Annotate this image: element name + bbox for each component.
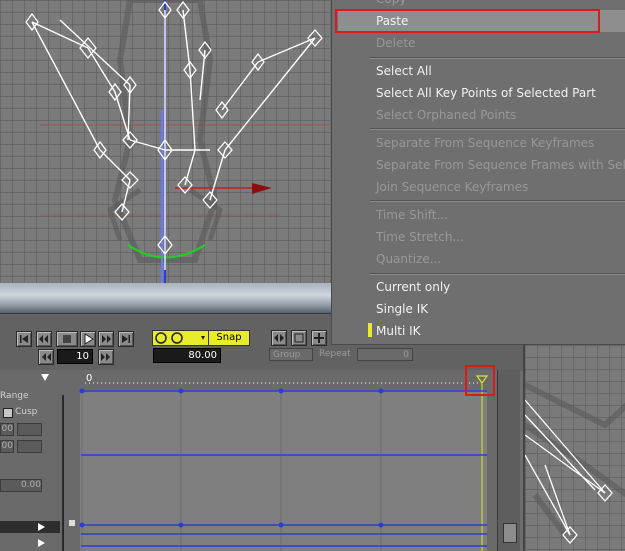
goto-end-button[interactable] bbox=[118, 331, 134, 347]
goto-start-button[interactable] bbox=[16, 331, 32, 347]
side-skeleton-wireframe bbox=[525, 382, 625, 544]
menu-item-separate-frames: Separate From Sequence Frames with Sele bbox=[376, 158, 625, 172]
menu-separator bbox=[370, 128, 625, 130]
3d-viewport[interactable] bbox=[0, 0, 330, 283]
step-back-button[interactable] bbox=[38, 349, 54, 365]
panel-collapse-icon[interactable] bbox=[41, 374, 49, 381]
track-row-bar bbox=[0, 521, 60, 533]
context-menu: Copy Paste Delete Select All Select All … bbox=[331, 0, 625, 345]
value-field-c[interactable]: 0.00 bbox=[0, 479, 42, 492]
start-frame-label: 0 bbox=[86, 373, 93, 384]
step-forward-button[interactable] bbox=[98, 349, 114, 365]
skeleton-wireframe bbox=[25, 0, 330, 283]
step-field[interactable]: 10 bbox=[57, 349, 93, 364]
value-field-b[interactable]: 00 bbox=[0, 440, 14, 453]
menu-item-select-orphaned-points: Select Orphaned Points bbox=[376, 108, 517, 122]
side-viewport[interactable] bbox=[523, 345, 625, 551]
stop-button[interactable] bbox=[56, 331, 78, 347]
play-button[interactable] bbox=[80, 331, 96, 347]
repeat-label: Repeat bbox=[319, 349, 351, 359]
menu-item-time-stretch: Time Stretch... bbox=[376, 230, 464, 244]
repeat-field[interactable]: 0 bbox=[357, 348, 413, 361]
timeline-curves bbox=[79, 375, 489, 551]
paste-annotation-box bbox=[335, 9, 600, 33]
next-key-button[interactable] bbox=[98, 331, 114, 347]
range-label: Range bbox=[0, 391, 29, 401]
timeline-scrollbar[interactable] bbox=[497, 370, 520, 551]
menu-item-current-only[interactable]: Current only bbox=[376, 277, 450, 298]
row-handle[interactable] bbox=[69, 520, 75, 526]
menu-item-join-keyframes: Join Sequence Keyframes bbox=[376, 180, 529, 194]
value-field-a2[interactable] bbox=[17, 423, 42, 436]
timeline-zoom-button[interactable] bbox=[291, 330, 307, 346]
multi-ik-check-indicator bbox=[368, 323, 372, 337]
timeline-fit-button[interactable] bbox=[271, 330, 287, 346]
cusp-checkbox[interactable] bbox=[3, 408, 13, 418]
menu-item-time-shift: Time Shift... bbox=[376, 208, 448, 222]
panel-divider bbox=[62, 395, 64, 551]
expand-track-arrow-2[interactable] bbox=[38, 539, 45, 547]
value-field-a[interactable]: 00 bbox=[0, 423, 14, 436]
scrollbar-thumb[interactable] bbox=[503, 523, 517, 543]
menu-item-quantize: Quantize... bbox=[376, 252, 442, 266]
key-properties-panel: Range Cusp 00 00 0.00 bbox=[0, 370, 77, 551]
menu-item-select-all-key-points[interactable]: Select All Key Points of Selected Part bbox=[376, 83, 596, 104]
snap-button[interactable]: Snap bbox=[208, 330, 250, 346]
menu-item-single-ik[interactable]: Single IK bbox=[376, 299, 428, 320]
viewport-bottom-strip bbox=[0, 283, 332, 313]
curve-timeline[interactable]: 0 bbox=[77, 370, 497, 551]
expand-track-arrow[interactable] bbox=[38, 523, 45, 531]
menu-item-delete: Delete bbox=[376, 36, 416, 50]
add-key-button[interactable] bbox=[311, 330, 327, 346]
group-label: Group bbox=[273, 350, 301, 360]
menu-separator bbox=[370, 273, 625, 275]
menu-item-separate-keyframes: Separate From Sequence Keyframes bbox=[376, 136, 595, 150]
marker-annotation-box bbox=[465, 365, 495, 396]
key-mode-buttons[interactable] bbox=[152, 330, 209, 346]
menu-separator bbox=[370, 200, 625, 202]
value-field-b2[interactable] bbox=[17, 440, 42, 453]
cusp-label: Cusp bbox=[15, 407, 38, 417]
prev-key-button[interactable] bbox=[36, 331, 52, 347]
menu-item-multi-ik[interactable]: Multi IK bbox=[376, 321, 421, 342]
menu-separator bbox=[370, 57, 625, 59]
time-field[interactable]: 80.00 bbox=[153, 348, 221, 363]
group-dropdown[interactable]: Group bbox=[269, 348, 313, 361]
menu-item-select-all[interactable]: Select All bbox=[376, 61, 432, 82]
